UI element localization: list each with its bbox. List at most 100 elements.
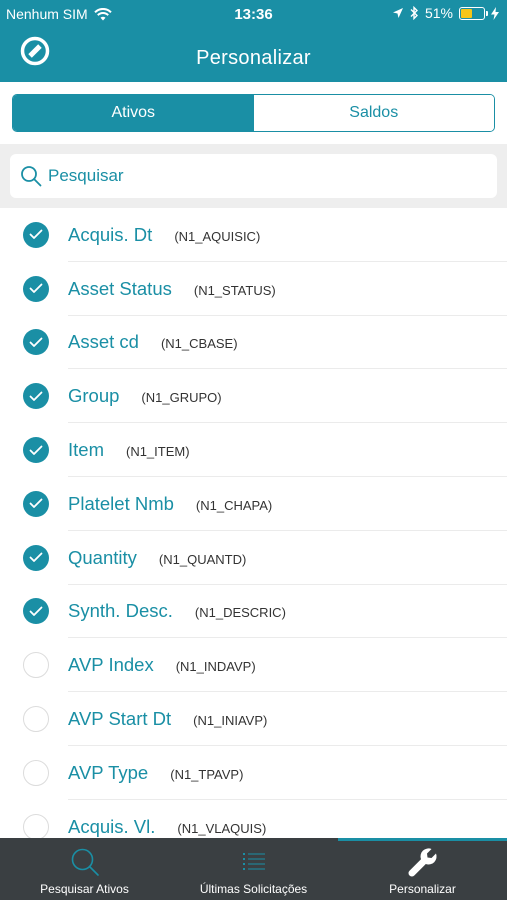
tab-pesquisar-ativos[interactable]: Pesquisar Ativos	[0, 838, 169, 900]
list-item-label-group: AVP Index (N1_INDAVP)	[68, 654, 256, 676]
field-name: Group	[68, 385, 120, 407]
search-area	[0, 144, 507, 208]
field-name: Synth. Desc.	[68, 600, 173, 622]
field-name: Acquis. Dt	[68, 223, 153, 245]
page-title: Personalizar	[196, 47, 311, 69]
list-item[interactable]: Quantity (N1_QUANTD)	[0, 531, 507, 585]
tab-icon-wrap	[242, 845, 265, 879]
checkmark-icon	[29, 552, 43, 563]
search-box[interactable]	[10, 154, 497, 198]
checkbox-unchecked[interactable]	[23, 652, 49, 679]
wrench-icon	[408, 848, 437, 877]
status-bar: Nenhum SIM 13:36 51%	[0, 0, 507, 28]
segment-saldos[interactable]: Saldos	[253, 95, 494, 131]
field-name: Asset cd	[68, 331, 139, 353]
field-code: (N1_AQUISIC)	[174, 228, 261, 244]
checkmark-icon	[29, 391, 43, 401]
checkmark-icon	[29, 229, 43, 240]
charging-bolt-icon	[491, 6, 499, 20]
tab-label: Pesquisar Ativos	[40, 882, 129, 896]
list-item[interactable]: Group (N1_GRUPO)	[0, 369, 507, 423]
list-item[interactable]: Acquis. Dt (N1_AQUISIC)	[0, 208, 507, 262]
field-name: Asset Status	[68, 277, 172, 299]
battery-level	[461, 8, 473, 18]
segment-ativos[interactable]: Ativos	[13, 95, 254, 131]
list-item-label-group: Asset cd (N1_CBASE)	[68, 331, 238, 353]
field-name: AVP Start Dt	[68, 708, 172, 730]
field-code: (N1_INDAVP)	[175, 659, 256, 675]
field-code: (N1_CBASE)	[160, 336, 238, 352]
search-icon	[21, 166, 42, 187]
list-item-label-group: Item (N1_ITEM)	[68, 439, 190, 461]
list-item-label-group: AVP Type (N1_TPAVP)	[68, 762, 243, 784]
list-item[interactable]: Item (N1_ITEM)	[0, 423, 507, 477]
list-item-label-group: Group (N1_GRUPO)	[68, 385, 222, 407]
tab-ultimas-solicitacoes[interactable]: Últimas Solicitações	[169, 838, 338, 900]
list-item-label-group: Asset Status (N1_STATUS)	[68, 278, 276, 300]
checkbox-unchecked[interactable]	[23, 706, 49, 733]
tab-personalizar[interactable]: Personalizar	[338, 838, 507, 900]
checkbox-checked[interactable]	[23, 221, 49, 248]
field-code: (N1_STATUS)	[193, 282, 276, 298]
field-code: (N1_ITEM)	[125, 444, 190, 460]
checkbox-unchecked[interactable]	[23, 813, 49, 838]
bluetooth-icon	[410, 6, 418, 20]
field-code: (N1_CHAPA)	[195, 497, 273, 513]
search-input[interactable]	[48, 166, 468, 186]
list-item-label-group: Platelet Nmb (N1_CHAPA)	[68, 493, 272, 515]
checkbox-unchecked[interactable]	[23, 759, 49, 786]
list-item-label-group: AVP Start Dt (N1_INIAVP)	[68, 708, 267, 730]
tab-label: Últimas Solicitações	[199, 882, 308, 896]
checkmark-icon	[29, 337, 43, 347]
location-arrow-icon	[392, 8, 403, 18]
field-code: (N1_VLAQUIS)	[177, 820, 267, 836]
list-item-label-group: Quantity (N1_QUANTD)	[68, 547, 246, 569]
battery-icon	[459, 6, 488, 20]
search-icon	[71, 848, 99, 876]
field-name: Item	[68, 439, 104, 461]
checkbox-checked[interactable]	[23, 275, 49, 302]
checkbox-checked[interactable]	[23, 490, 49, 517]
checkmark-icon	[29, 606, 43, 616]
list-item[interactable]: Synth. Desc. (N1_DESCRIC)	[0, 585, 507, 639]
checkbox-checked[interactable]	[23, 329, 49, 356]
field-name: AVP Index	[68, 654, 154, 676]
tab-icon-wrap	[70, 845, 100, 879]
list-item-label-group: Acquis. Dt (N1_AQUISIC)	[68, 224, 260, 246]
checkmark-icon	[29, 283, 43, 294]
list-item[interactable]: AVP Start Dt (N1_INIAVP)	[0, 692, 507, 746]
tab-label: Personalizar	[389, 882, 456, 896]
segment-area: Ativos Saldos	[0, 82, 507, 144]
field-name: Quantity	[68, 546, 137, 568]
battery-percent: 51%	[424, 5, 453, 21]
list-icon	[242, 853, 265, 870]
app-header: Nenhum SIM 13:36 51% Personalizar	[0, 0, 507, 82]
field-list: Acquis. Dt (N1_AQUISIC) Asset Status (N1_ST…	[0, 208, 507, 838]
list-item-label-group: Synth. Desc. (N1_DESCRIC)	[68, 600, 286, 622]
checkbox-checked[interactable]	[23, 544, 49, 571]
list-item-label-group: Acquis. Vl. (N1_VLAQUIS)	[68, 816, 266, 838]
list-item[interactable]: AVP Index (N1_INDAVP)	[0, 638, 507, 692]
status-right: 51%	[392, 5, 499, 21]
field-name: Acquis. Vl.	[68, 815, 156, 837]
field-code: (N1_TPAVP)	[170, 766, 244, 782]
checkbox-checked[interactable]	[23, 383, 49, 410]
field-code: (N1_INIAVP)	[193, 713, 268, 729]
checkmark-icon	[29, 445, 43, 455]
checkmark-icon	[29, 498, 43, 509]
list-item[interactable]: Asset Status (N1_STATUS)	[0, 262, 507, 316]
field-code: (N1_DESCRIC)	[194, 605, 286, 621]
list-item[interactable]: Asset cd (N1_CBASE)	[0, 316, 507, 370]
field-name: Platelet Nmb	[68, 492, 174, 514]
list-item[interactable]: Platelet Nmb (N1_CHAPA)	[0, 477, 507, 531]
field-name: AVP Type	[68, 761, 149, 783]
tab-icon-wrap	[407, 845, 439, 879]
field-code: (N1_GRUPO)	[141, 390, 222, 406]
checkbox-checked[interactable]	[23, 437, 49, 464]
field-code: (N1_QUANTD)	[158, 551, 247, 567]
list-item[interactable]: Acquis. Vl. (N1_VLAQUIS)	[0, 800, 507, 838]
list-item[interactable]: AVP Type (N1_TPAVP)	[0, 746, 507, 800]
segmented-control: Ativos Saldos	[12, 94, 495, 132]
tab-bar: Pesquisar Ativos Últimas Solicitações Pe…	[0, 838, 507, 900]
checkbox-checked[interactable]	[23, 598, 49, 625]
